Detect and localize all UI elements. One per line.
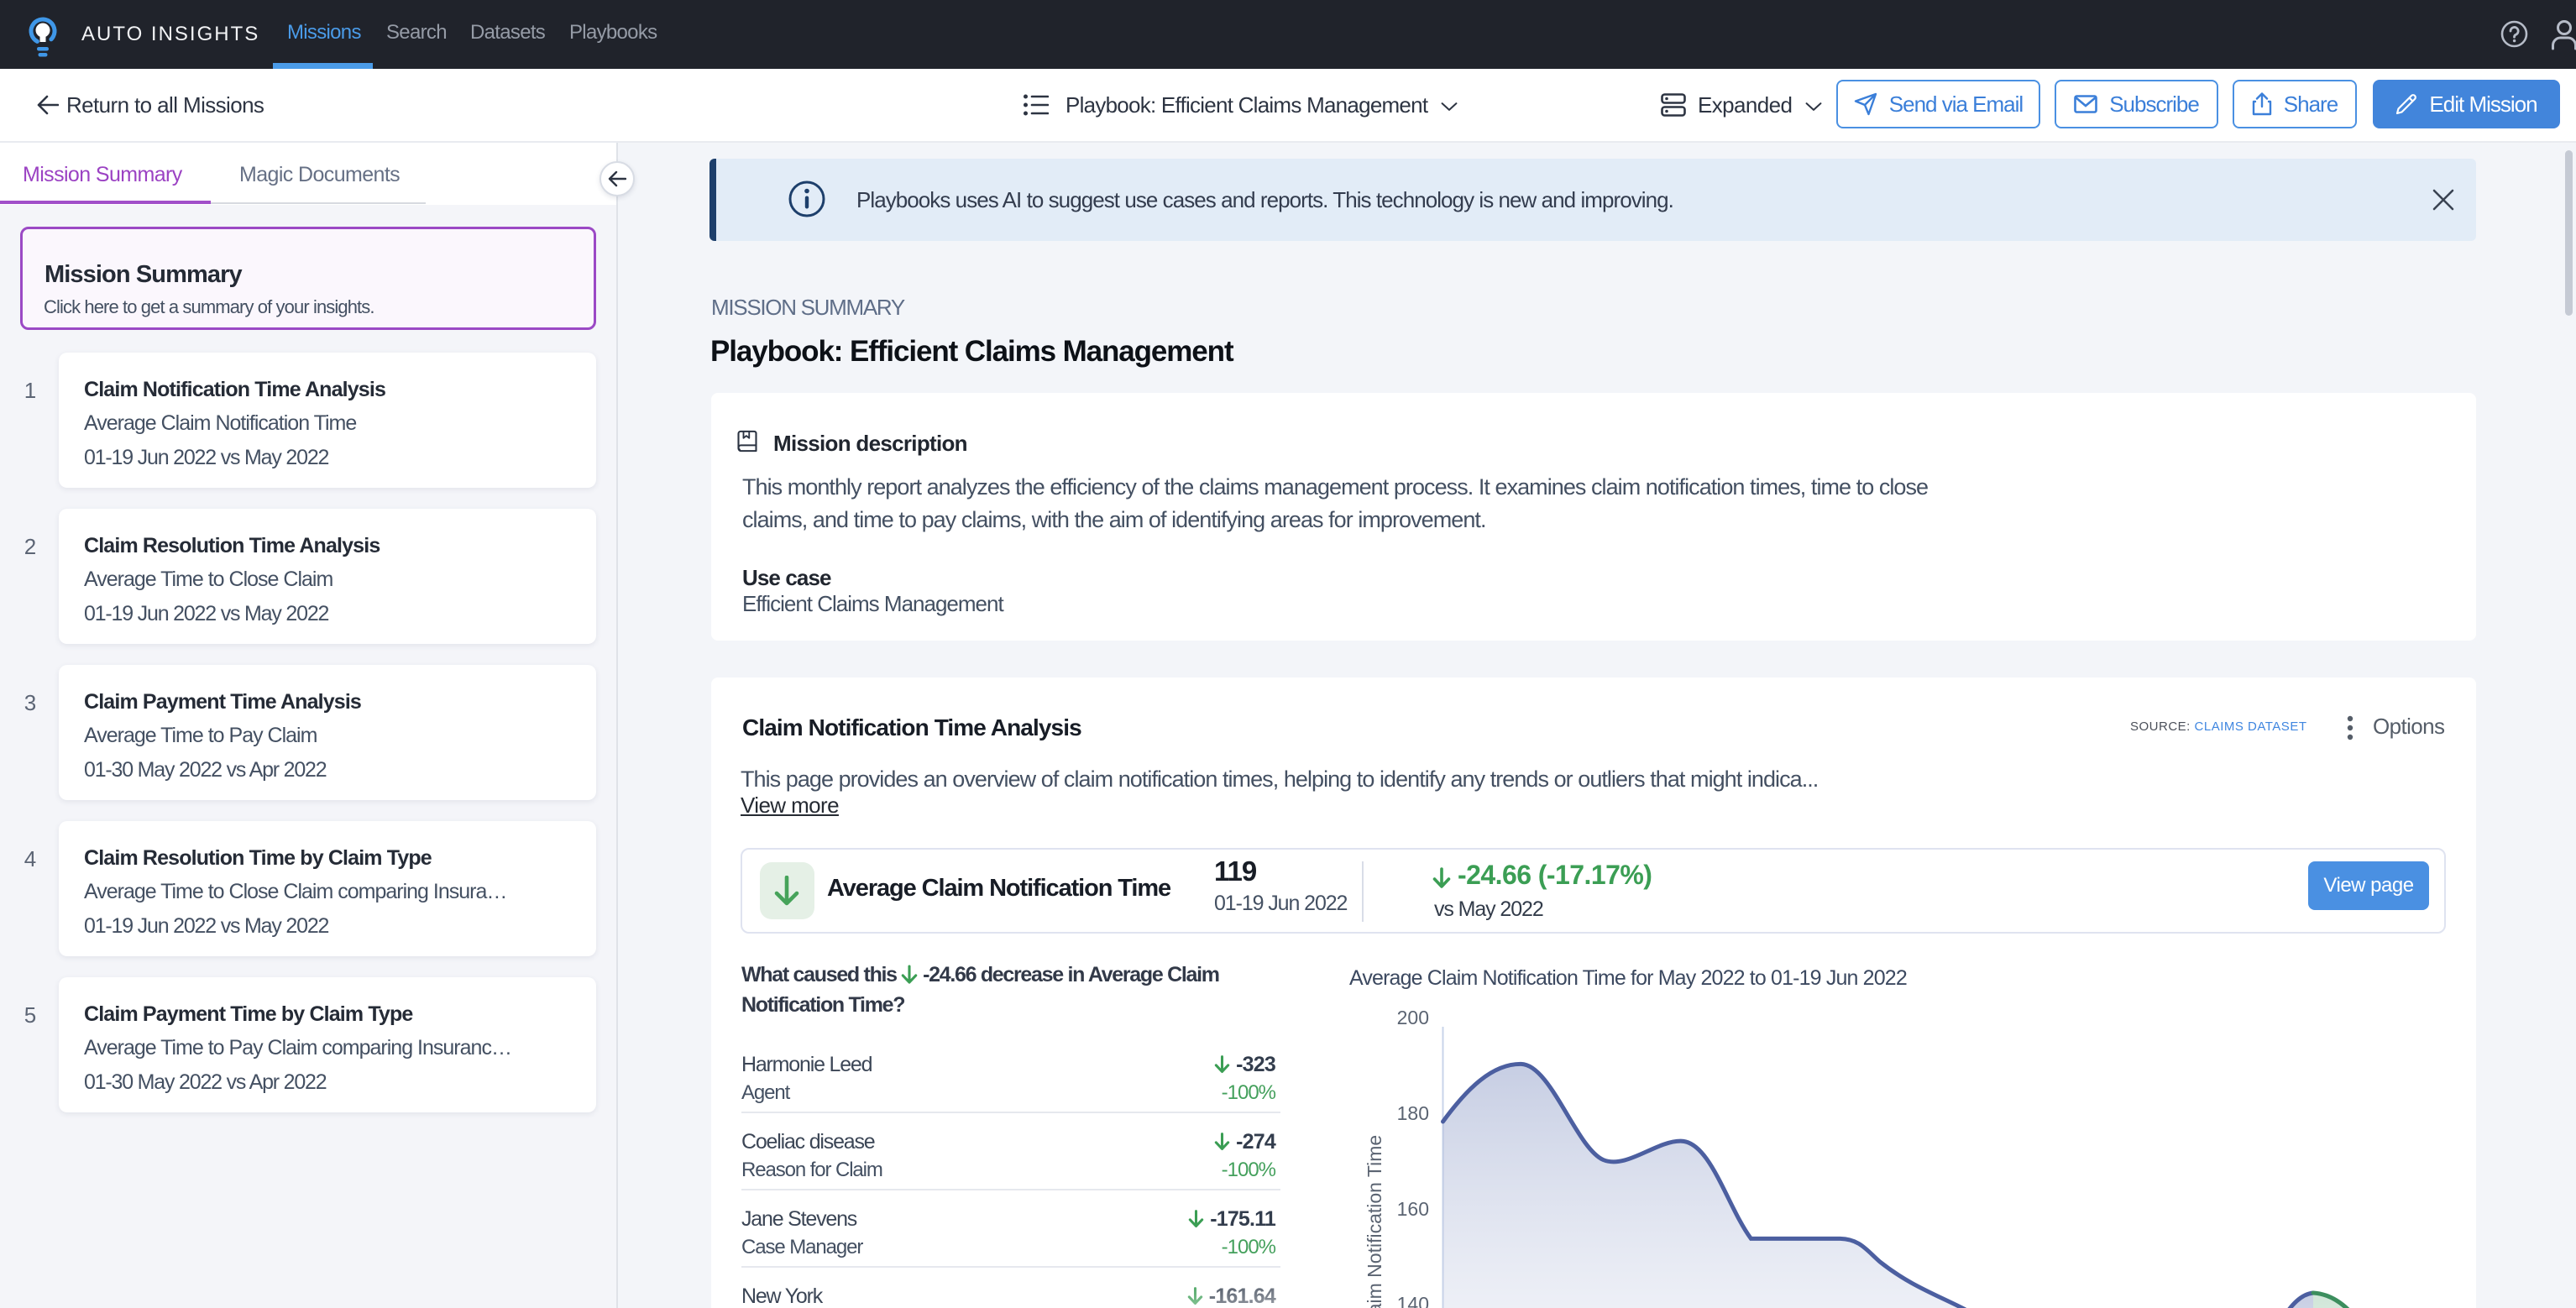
svg-text:200: 200 (1397, 1007, 1429, 1028)
svg-text:160: 160 (1397, 1198, 1429, 1220)
svg-text:140: 140 (1397, 1293, 1429, 1308)
svg-text:180: 180 (1397, 1102, 1429, 1124)
svg-text:Claim Notification Time: Claim Notification Time (1364, 1135, 1385, 1308)
